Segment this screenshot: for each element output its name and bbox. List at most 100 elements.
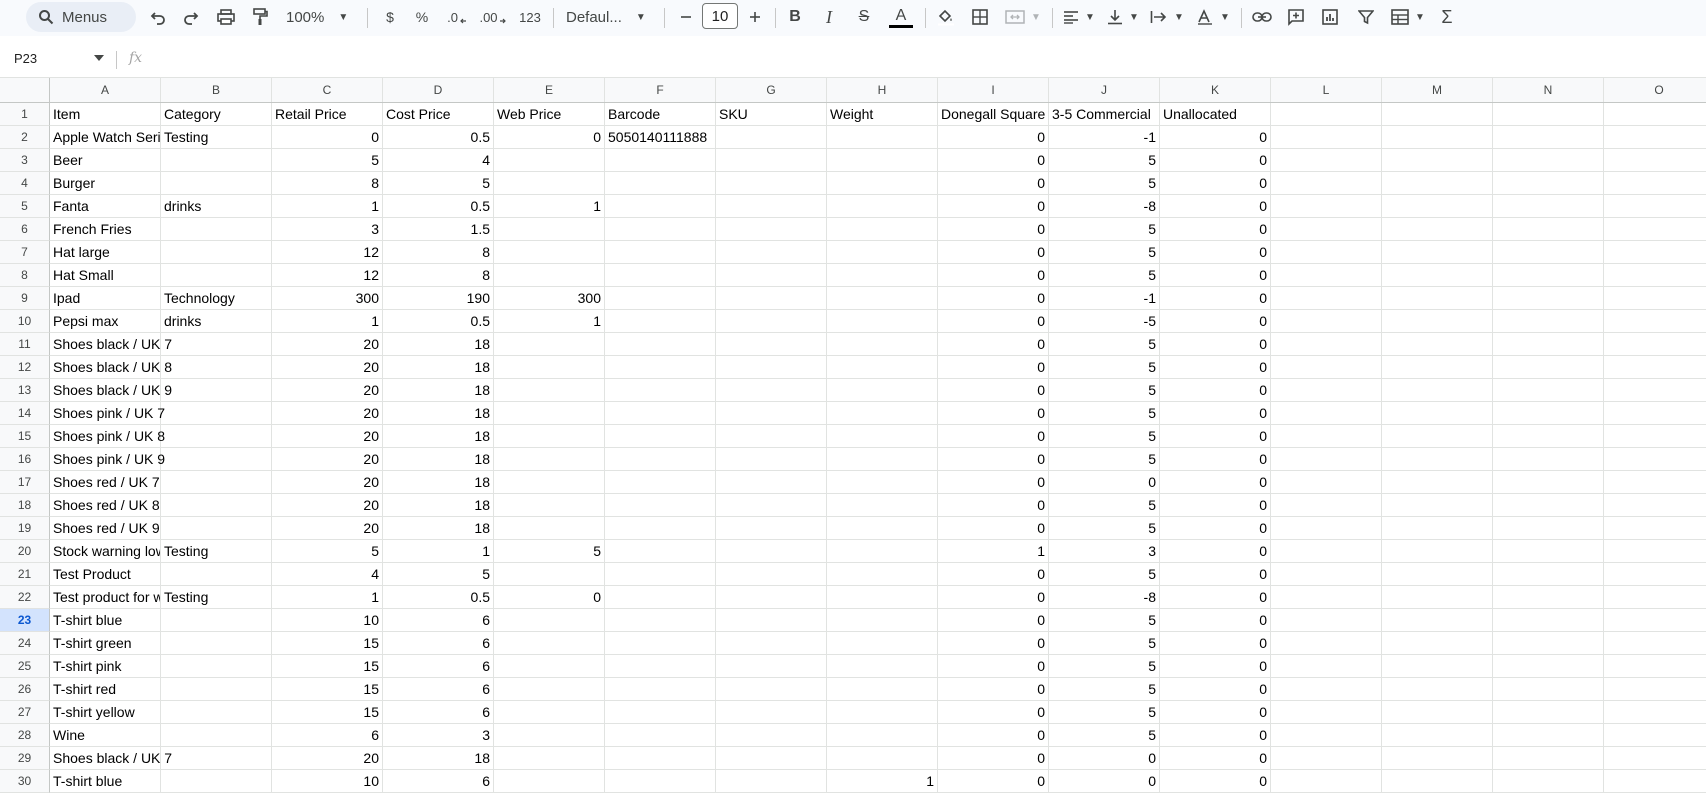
cell-f24[interactable] bbox=[605, 632, 716, 655]
borders-button[interactable] bbox=[968, 3, 992, 31]
cell-n22[interactable] bbox=[1493, 586, 1604, 609]
cell-a9[interactable]: Ipad bbox=[50, 287, 161, 310]
cell-m3[interactable] bbox=[1382, 149, 1493, 172]
cell-l23[interactable] bbox=[1271, 609, 1382, 632]
cell-k17[interactable]: 0 bbox=[1160, 471, 1271, 494]
cell-l14[interactable] bbox=[1271, 402, 1382, 425]
cell-j3[interactable]: 5 bbox=[1049, 149, 1160, 172]
cell-o10[interactable] bbox=[1604, 310, 1706, 333]
cell-g27[interactable] bbox=[716, 701, 827, 724]
cell-m12[interactable] bbox=[1382, 356, 1493, 379]
row-header[interactable]: 18 bbox=[0, 494, 50, 517]
cell-f7[interactable] bbox=[605, 241, 716, 264]
cell-f18[interactable] bbox=[605, 494, 716, 517]
cell-b1[interactable]: Category bbox=[161, 103, 272, 126]
bold-button[interactable]: B bbox=[784, 3, 806, 31]
cell-b6[interactable] bbox=[161, 218, 272, 241]
cell-h4[interactable] bbox=[827, 172, 938, 195]
cell-c13[interactable]: 20 bbox=[272, 379, 383, 402]
cell-b2[interactable]: Testing bbox=[161, 126, 272, 149]
cell-d15[interactable]: 18 bbox=[383, 425, 494, 448]
cell-e7[interactable] bbox=[494, 241, 605, 264]
cell-l13[interactable] bbox=[1271, 379, 1382, 402]
cell-e8[interactable] bbox=[494, 264, 605, 287]
cell-b15[interactable] bbox=[161, 425, 272, 448]
row-header[interactable]: 29 bbox=[0, 747, 50, 770]
cell-j26[interactable]: 5 bbox=[1049, 678, 1160, 701]
cell-a2[interactable]: Apple Watch Series bbox=[50, 126, 161, 149]
cell-h2[interactable] bbox=[827, 126, 938, 149]
cell-d24[interactable]: 6 bbox=[383, 632, 494, 655]
cell-j11[interactable]: 5 bbox=[1049, 333, 1160, 356]
cell-c16[interactable]: 20 bbox=[272, 448, 383, 471]
cell-o14[interactable] bbox=[1604, 402, 1706, 425]
row-header[interactable]: 22 bbox=[0, 586, 50, 609]
cell-l24[interactable] bbox=[1271, 632, 1382, 655]
cell-c26[interactable]: 15 bbox=[272, 678, 383, 701]
row-header[interactable]: 10 bbox=[0, 310, 50, 333]
cell-h28[interactable] bbox=[827, 724, 938, 747]
cell-o13[interactable] bbox=[1604, 379, 1706, 402]
cell-k24[interactable]: 0 bbox=[1160, 632, 1271, 655]
cell-c5[interactable]: 1 bbox=[272, 195, 383, 218]
cell-g24[interactable] bbox=[716, 632, 827, 655]
cell-e13[interactable] bbox=[494, 379, 605, 402]
redo-button[interactable] bbox=[179, 3, 203, 31]
cell-j14[interactable]: 5 bbox=[1049, 402, 1160, 425]
cell-k28[interactable]: 0 bbox=[1160, 724, 1271, 747]
cell-j16[interactable]: 5 bbox=[1049, 448, 1160, 471]
cell-b17[interactable] bbox=[161, 471, 272, 494]
cell-i24[interactable]: 0 bbox=[938, 632, 1049, 655]
cell-i9[interactable]: 0 bbox=[938, 287, 1049, 310]
cell-l15[interactable] bbox=[1271, 425, 1382, 448]
column-header-h[interactable]: H bbox=[827, 78, 938, 102]
cell-l4[interactable] bbox=[1271, 172, 1382, 195]
cell-a20[interactable]: Stock warning low bbox=[50, 540, 161, 563]
cell-a24[interactable]: T-shirt green bbox=[50, 632, 161, 655]
cell-m24[interactable] bbox=[1382, 632, 1493, 655]
cell-l19[interactable] bbox=[1271, 517, 1382, 540]
cell-c17[interactable]: 20 bbox=[272, 471, 383, 494]
cell-c21[interactable]: 4 bbox=[272, 563, 383, 586]
cell-o6[interactable] bbox=[1604, 218, 1706, 241]
row-header[interactable]: 16 bbox=[0, 448, 50, 471]
cell-k19[interactable]: 0 bbox=[1160, 517, 1271, 540]
cell-b5[interactable]: drinks bbox=[161, 195, 272, 218]
cell-c11[interactable]: 20 bbox=[272, 333, 383, 356]
cell-o9[interactable] bbox=[1604, 287, 1706, 310]
cell-n30[interactable] bbox=[1493, 770, 1604, 793]
cell-c3[interactable]: 5 bbox=[272, 149, 383, 172]
cell-o21[interactable] bbox=[1604, 563, 1706, 586]
column-header-l[interactable]: L bbox=[1271, 78, 1382, 102]
column-header-a[interactable]: A bbox=[50, 78, 161, 102]
cell-d10[interactable]: 0.5 bbox=[383, 310, 494, 333]
cell-j17[interactable]: 0 bbox=[1049, 471, 1160, 494]
cell-i23[interactable]: 0 bbox=[938, 609, 1049, 632]
cell-k21[interactable]: 0 bbox=[1160, 563, 1271, 586]
cell-b12[interactable] bbox=[161, 356, 272, 379]
cell-a10[interactable]: Pepsi max bbox=[50, 310, 161, 333]
cell-g10[interactable] bbox=[716, 310, 827, 333]
cell-f28[interactable] bbox=[605, 724, 716, 747]
cell-b8[interactable] bbox=[161, 264, 272, 287]
cell-d20[interactable]: 1 bbox=[383, 540, 494, 563]
cell-j9[interactable]: -1 bbox=[1049, 287, 1160, 310]
cell-k9[interactable]: 0 bbox=[1160, 287, 1271, 310]
cell-m29[interactable] bbox=[1382, 747, 1493, 770]
cell-e22[interactable]: 0 bbox=[494, 586, 605, 609]
cell-f21[interactable] bbox=[605, 563, 716, 586]
cell-m6[interactable] bbox=[1382, 218, 1493, 241]
cell-k16[interactable]: 0 bbox=[1160, 448, 1271, 471]
cell-o12[interactable] bbox=[1604, 356, 1706, 379]
cell-h29[interactable] bbox=[827, 747, 938, 770]
cell-g29[interactable] bbox=[716, 747, 827, 770]
cell-f4[interactable] bbox=[605, 172, 716, 195]
cell-g17[interactable] bbox=[716, 471, 827, 494]
cell-e29[interactable] bbox=[494, 747, 605, 770]
cell-k22[interactable]: 0 bbox=[1160, 586, 1271, 609]
cell-n21[interactable] bbox=[1493, 563, 1604, 586]
cell-b16[interactable] bbox=[161, 448, 272, 471]
cell-e11[interactable] bbox=[494, 333, 605, 356]
cell-b18[interactable] bbox=[161, 494, 272, 517]
zoom-select[interactable]: 100% ▼ bbox=[286, 3, 354, 31]
